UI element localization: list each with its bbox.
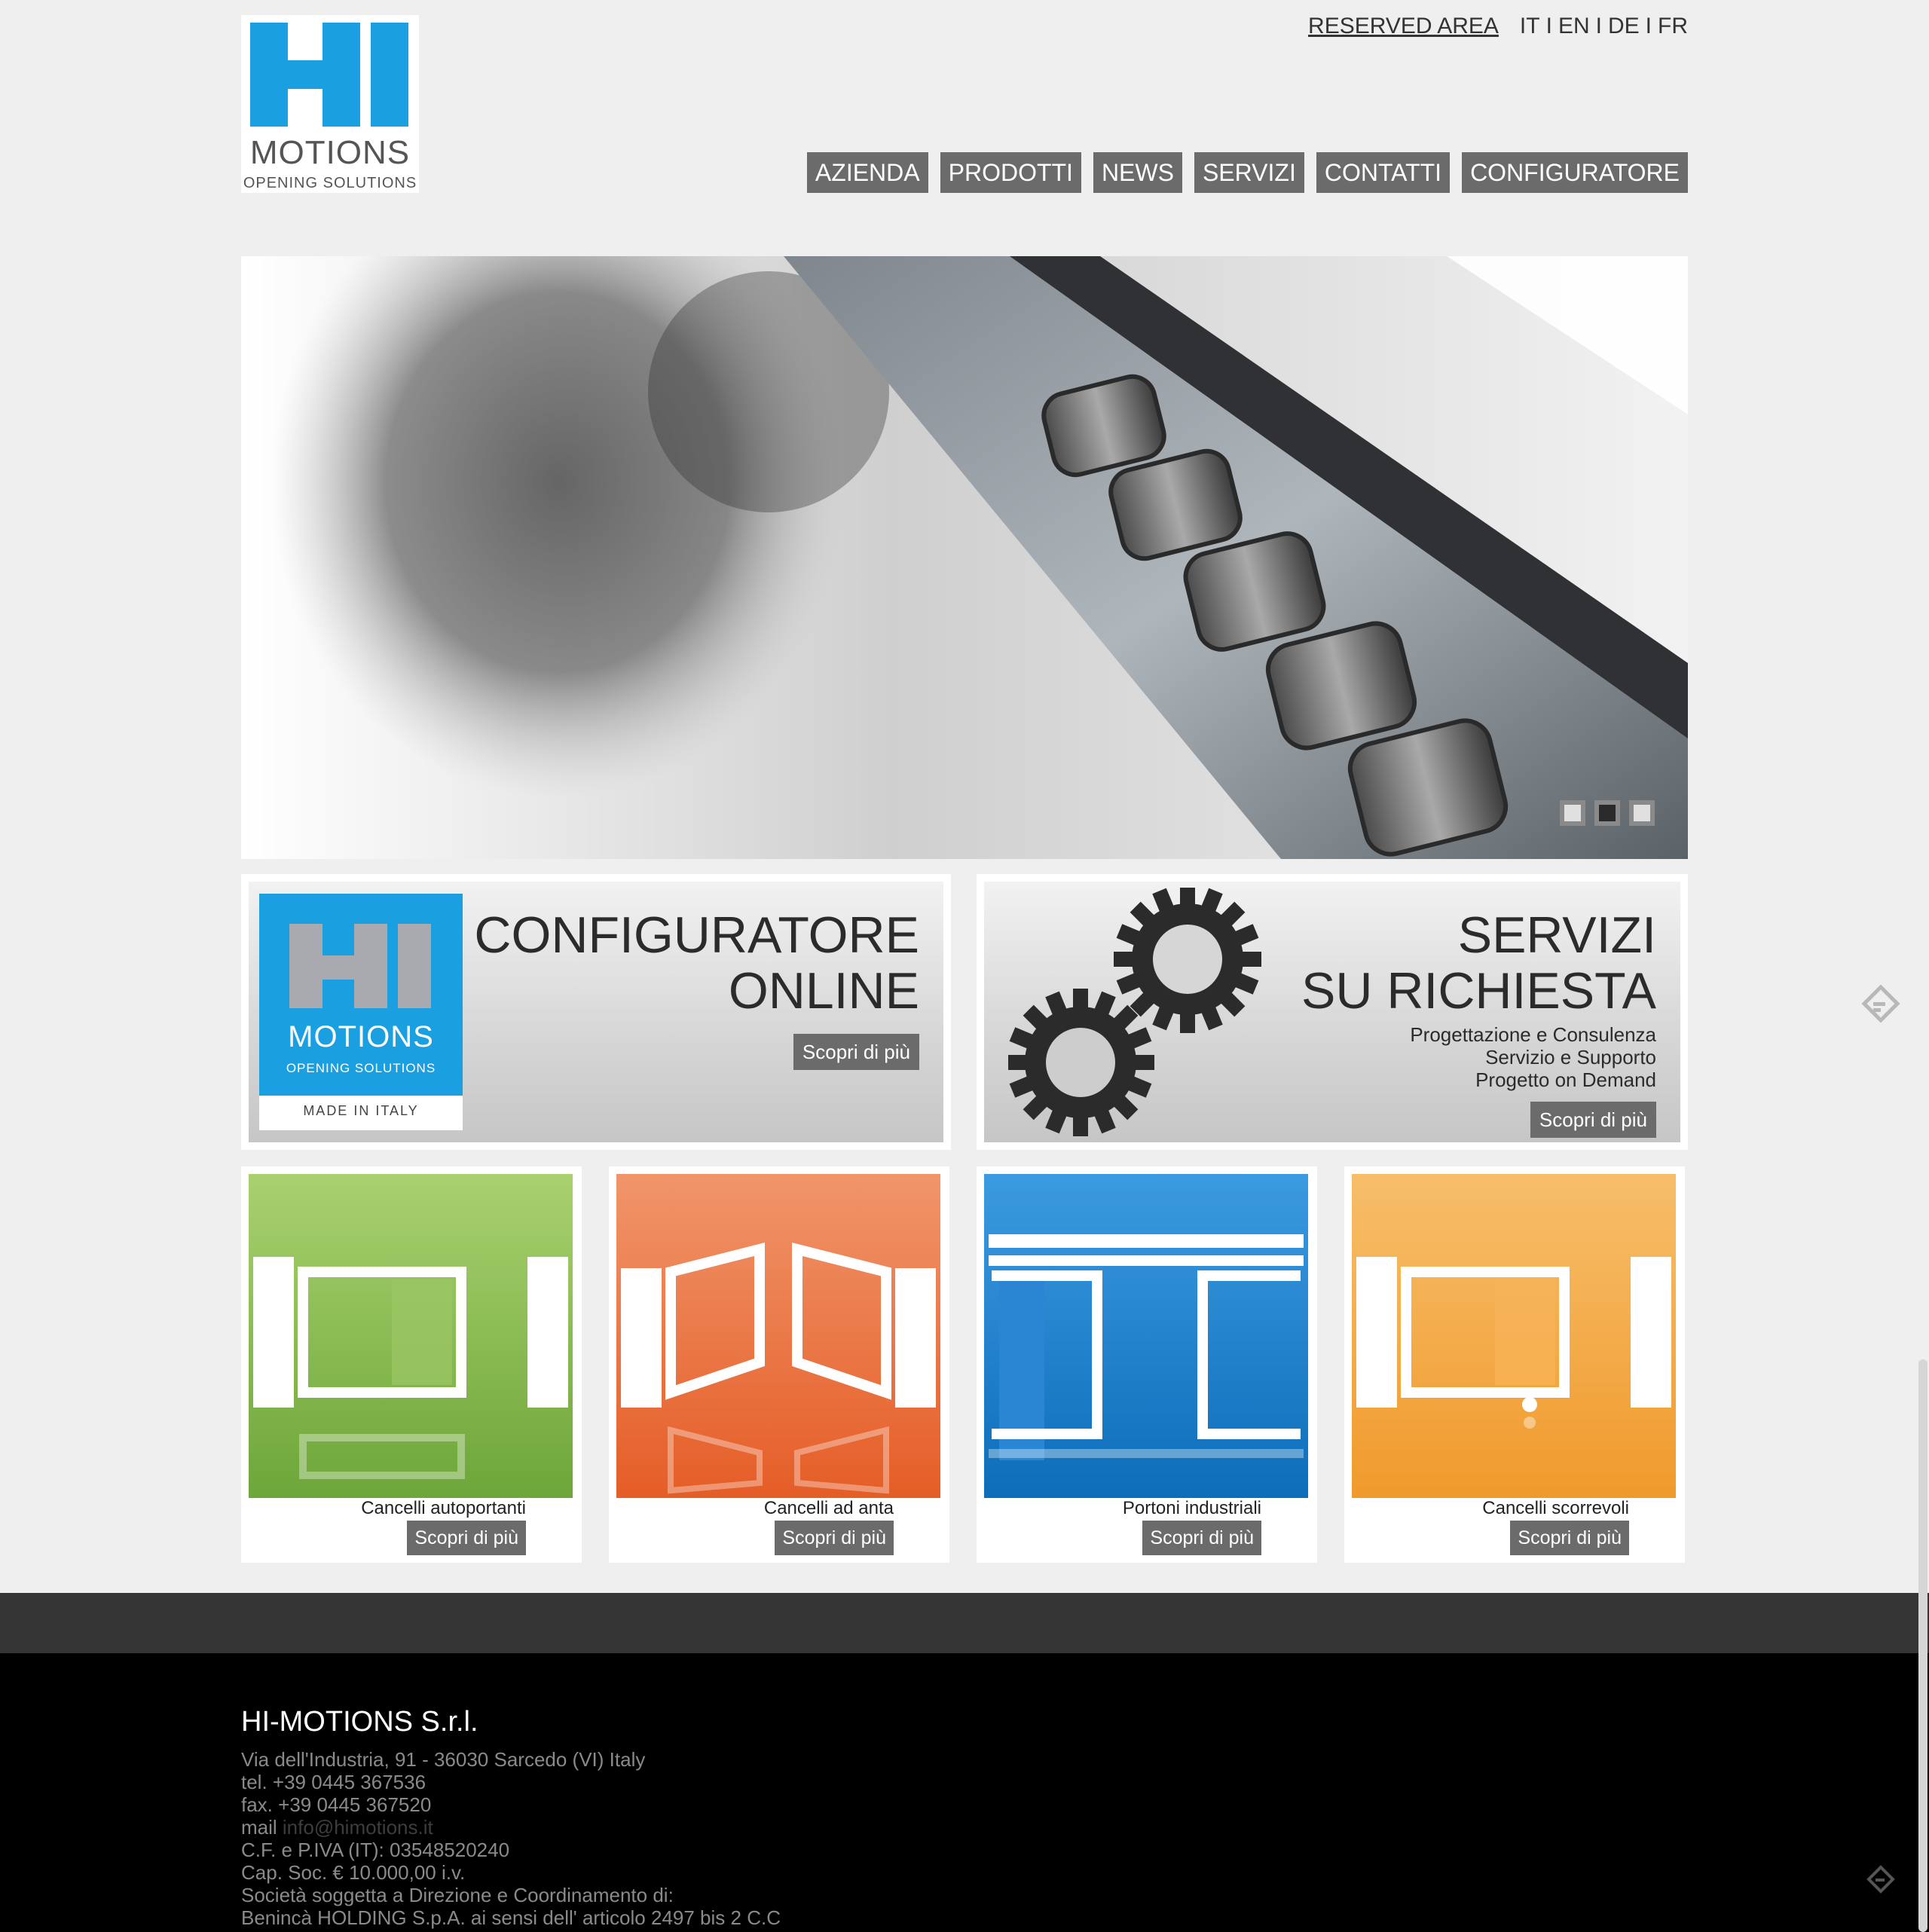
logo-motions: MOTIONS: [249, 134, 411, 171]
services-list: Progettazione e Consulenza Servizio e Su…: [1410, 1023, 1656, 1091]
product-more-button[interactable]: Scopri di più: [775, 1521, 894, 1555]
slider-dot[interactable]: [1560, 800, 1585, 826]
mini-logo-hi-mark: [289, 924, 431, 1008]
product-label: Cancelli autoportanti: [361, 1498, 526, 1518]
slider-dots: [1560, 800, 1655, 826]
logo[interactable]: MOTIONS OPENING SOLUTIONS: [241, 15, 419, 193]
servizi-title-line2: SU RICHIESTA: [1301, 962, 1656, 1019]
configuratore-title-line2: ONLINE: [728, 962, 919, 1019]
industrial-door-icon: [984, 1174, 1308, 1498]
product-label: Cancelli scorrevoli: [1482, 1498, 1629, 1518]
lang-fr[interactable]: FR: [1658, 14, 1688, 39]
product-image-portoni[interactable]: [984, 1174, 1308, 1498]
footer-capital: Cap. Soc. € 10.000,00 i.v.: [241, 1861, 466, 1884]
footer-group-line2: Benincà HOLDING S.p.A. ai sensi dell' ar…: [241, 1906, 781, 1929]
product-image-anta[interactable]: [616, 1174, 940, 1498]
feedly-icon-footer[interactable]: [1866, 1864, 1896, 1894]
lang-separator: I: [1545, 14, 1552, 38]
swing-gate-icon: [616, 1174, 940, 1498]
service-item: Progettazione e Consulenza: [1410, 1023, 1656, 1046]
footer-group-line1: Società soggetta a Direzione e Coordinam…: [241, 1884, 674, 1906]
footer-address-block: Via dell'Industria, 91 - 36030 Sarcedo (…: [241, 1748, 781, 1929]
gears-icon: [1008, 888, 1261, 1136]
configuratore-title: CONFIGURATORE ONLINE: [474, 907, 919, 1019]
mini-logo-tagline: OPENING SOLUTIONS: [286, 1061, 436, 1075]
lang-separator: I: [1595, 14, 1602, 38]
configuratore-more-button[interactable]: Scopri di più: [793, 1034, 919, 1070]
product-image-autoportanti[interactable]: [249, 1174, 573, 1498]
product-card-autoportanti: Cancelli autoportanti Scopri di più: [241, 1166, 582, 1563]
nav-prodotti[interactable]: PRODOTTI: [940, 152, 1081, 193]
footer-mail-row: mail info@himotions.it: [241, 1816, 781, 1839]
footer: HI-MOTIONS S.r.l. Via dell'Industria, 91…: [0, 1653, 1929, 1932]
nav-configuratore[interactable]: CONFIGURATORE: [1462, 152, 1688, 193]
footer-address: Via dell'Industria, 91 - 36030 Sarcedo (…: [241, 1748, 646, 1771]
product-image-scorrevoli[interactable]: [1352, 1174, 1676, 1498]
footer-fax: fax. +39 0445 367520: [241, 1793, 432, 1816]
service-item: Servizio e Supporto: [1485, 1046, 1656, 1068]
product-card-anta: Cancelli ad anta Scopri di più: [609, 1166, 949, 1563]
mini-logo-motions: MOTIONS: [288, 1020, 434, 1053]
product-more-button[interactable]: Scopri di più: [407, 1521, 526, 1555]
cantilever-gate-icon: [249, 1174, 573, 1498]
language-switcher: IT I EN I DE I FR: [1520, 14, 1688, 39]
made-in-italy-label: MADE IN ITALY: [303, 1103, 419, 1118]
footer-vat: C.F. e P.IVA (IT): 03548520240: [241, 1839, 510, 1861]
logo-hi-mark: [250, 23, 408, 127]
product-card-scorrevoli: Cancelli scorrevoli Scopri di più: [1344, 1166, 1685, 1563]
promo-configuratore: MOTIONS OPENING SOLUTIONS MADE IN ITALY …: [241, 874, 951, 1150]
lang-it[interactable]: IT: [1520, 14, 1540, 39]
footer-band: [0, 1593, 1929, 1653]
footer-company-name: HI-MOTIONS S.r.l.: [241, 1706, 478, 1738]
nav-azienda[interactable]: AZIENDA: [806, 152, 928, 193]
product-more-button[interactable]: Scopri di più: [1510, 1521, 1629, 1555]
slider-dot[interactable]: [1629, 800, 1655, 826]
servizi-title: SERVIZI SU RICHIESTA: [1301, 907, 1656, 1019]
lang-en[interactable]: EN: [1558, 14, 1590, 39]
servizi-title-line1: SERVIZI: [1457, 906, 1656, 964]
product-more-button[interactable]: Scopri di più: [1142, 1521, 1261, 1555]
main-nav: AZIENDA PRODOTTI NEWS SERVIZI CONTATTI C…: [806, 152, 1688, 193]
nav-servizi[interactable]: SERVIZI: [1194, 152, 1304, 193]
sliding-gate-icon: [1352, 1174, 1676, 1498]
configuratore-title-line1: CONFIGURATORE: [474, 906, 919, 964]
reserved-area-link[interactable]: RESERVED AREA: [1308, 14, 1499, 39]
lang-separator: I: [1645, 14, 1652, 38]
nav-contatti[interactable]: CONTATTI: [1316, 152, 1451, 193]
product-label: Portoni industriali: [1122, 1498, 1261, 1518]
footer-mail-link[interactable]: info@himotions.it: [283, 1816, 433, 1839]
service-item: Progetto on Demand: [1475, 1068, 1656, 1091]
hero-slider[interactable]: [241, 256, 1688, 859]
top-links: RESERVED AREA IT I EN I DE I FR: [1308, 14, 1688, 39]
promo-servizi: SERVIZI SU RICHIESTA Progettazione e Con…: [977, 874, 1688, 1150]
footer-mail-label: mail: [241, 1816, 277, 1839]
slider-dot-active[interactable]: [1594, 800, 1620, 826]
nav-news[interactable]: NEWS: [1093, 152, 1182, 193]
servizi-more-button[interactable]: Scopri di più: [1530, 1102, 1656, 1138]
logo-tagline: OPENING SOLUTIONS: [243, 175, 417, 191]
feedly-icon[interactable]: [1861, 984, 1900, 1023]
made-in-italy-logo: MOTIONS OPENING SOLUTIONS MADE IN ITALY: [259, 894, 463, 1130]
hero-gear-rack-image: [241, 256, 1688, 859]
product-card-portoni: Portoni industriali Scopri di più: [977, 1166, 1317, 1563]
footer-tel: tel. +39 0445 367536: [241, 1771, 426, 1793]
page-scrollbar[interactable]: [1918, 1359, 1927, 1932]
product-label: Cancelli ad anta: [763, 1498, 894, 1518]
lang-de[interactable]: DE: [1608, 14, 1640, 39]
